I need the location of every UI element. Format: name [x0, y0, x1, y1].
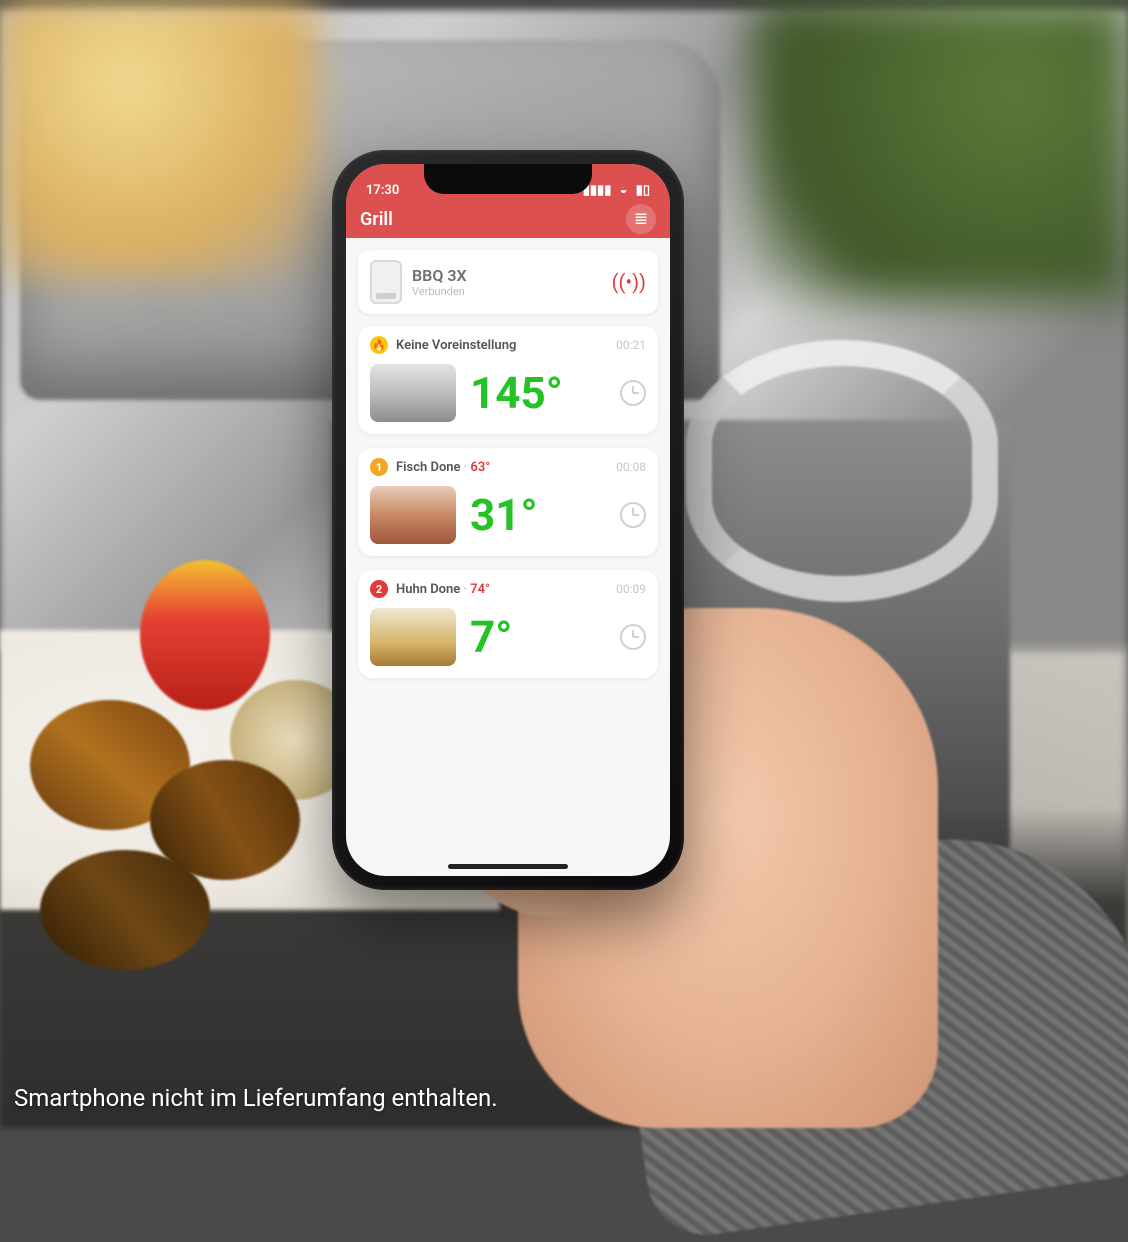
device-info: BBQ 3X Verbunden [412, 266, 467, 298]
flame-icon: 🔥 [370, 336, 388, 354]
probe-label-wrap: Huhn Done · 74° [396, 582, 490, 597]
home-indicator [448, 864, 568, 869]
probe-list: 🔥 Keine Voreinstellung 00:21 145° 1 Fisc… [346, 326, 670, 678]
probe-label-wrap: Fisch Done · 63° [396, 460, 490, 475]
probe-target-temp: 74° [470, 582, 490, 597]
page-title: Grill [360, 209, 393, 230]
probe-thumbnail [370, 364, 456, 422]
probe-temperature: 145° [470, 371, 620, 415]
timer-icon[interactable] [620, 502, 646, 528]
probe-temperature: 31° [470, 493, 620, 537]
probe-temperature: 7° [470, 615, 620, 659]
timer-icon[interactable] [620, 624, 646, 650]
probe-thumbnail [370, 486, 456, 544]
probe-card-2[interactable]: 2 Huhn Done · 74° 00:09 7° [358, 570, 658, 678]
header-menu-button[interactable]: ≣ [626, 204, 656, 234]
status-time: 17:30 [366, 183, 399, 198]
device-card[interactable]: BBQ 3X Verbunden ((•)) [358, 250, 658, 314]
smartphone-frame: 17:30 ▮▮▮▮ ◒ ▮▯ Grill ≣ BBQ 3X Verbunden… [332, 150, 684, 890]
probe-label: Huhn Done [396, 582, 460, 597]
probe-timer: 00:09 [616, 582, 646, 596]
device-status: Verbunden [412, 285, 467, 298]
probe-label: Fisch Done [396, 460, 461, 475]
battery-icon: ▮▯ [636, 183, 650, 198]
probe-timer: 00:21 [616, 338, 646, 352]
probe-thumbnail [370, 608, 456, 666]
probe-card-ambient[interactable]: 🔥 Keine Voreinstellung 00:21 145° [358, 326, 658, 434]
app-header: Grill ≣ [346, 200, 670, 238]
phone-notch [424, 164, 592, 194]
device-name: BBQ 3X [412, 266, 467, 285]
probe-timer: 00:08 [616, 460, 646, 474]
probe-number-chip: 2 [370, 580, 388, 598]
signal-icon: ((•)) [612, 270, 646, 294]
probe-number-chip: 1 [370, 458, 388, 476]
timer-icon[interactable] [620, 380, 646, 406]
probe-target-temp: 63° [470, 460, 490, 475]
list-icon: ≣ [634, 209, 648, 229]
probe-card-1[interactable]: 1 Fisch Done · 63° 00:08 31° [358, 448, 658, 556]
probe-label: Keine Voreinstellung [396, 338, 516, 353]
wifi-icon: ◒ [620, 183, 628, 198]
disclaimer-text: Smartphone nicht im Lieferumfang enthalt… [14, 1084, 498, 1112]
thermometer-icon [370, 260, 402, 304]
app-screen: 17:30 ▮▮▮▮ ◒ ▮▯ Grill ≣ BBQ 3X Verbunden… [346, 164, 670, 876]
